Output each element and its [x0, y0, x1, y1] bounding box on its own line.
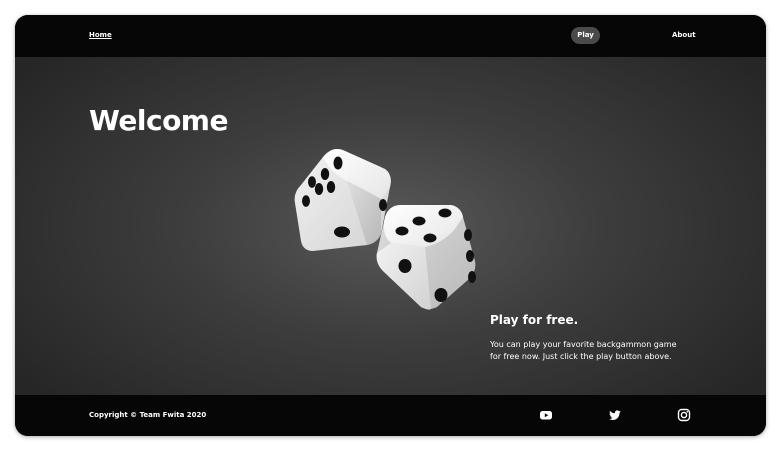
- footer: Copyright © Team Fwita 2020: [15, 395, 766, 436]
- nav-home-link[interactable]: Home: [89, 31, 112, 39]
- nav-play-button[interactable]: Play: [571, 27, 600, 44]
- app-window: Home Play About Welcome Play for free. Y…: [15, 15, 766, 436]
- hero-section: Welcome Play for free. You can play your…: [15, 57, 766, 395]
- nav-about-link[interactable]: About: [672, 31, 696, 39]
- die-two: [376, 205, 476, 310]
- navbar: Home Play About: [15, 15, 766, 57]
- copyright-text: Copyright © Team Fwita 2020: [89, 411, 207, 419]
- hero-description: You can play your favorite backgammon ga…: [490, 340, 677, 361]
- instagram-icon[interactable]: [677, 408, 691, 422]
- youtube-icon[interactable]: [539, 408, 553, 422]
- die-one: [294, 149, 391, 251]
- dice-icon: [285, 139, 485, 314]
- page-title: Welcome: [89, 104, 228, 137]
- hero-subtitle: Play for free.: [490, 313, 579, 327]
- twitter-icon[interactable]: [608, 408, 622, 422]
